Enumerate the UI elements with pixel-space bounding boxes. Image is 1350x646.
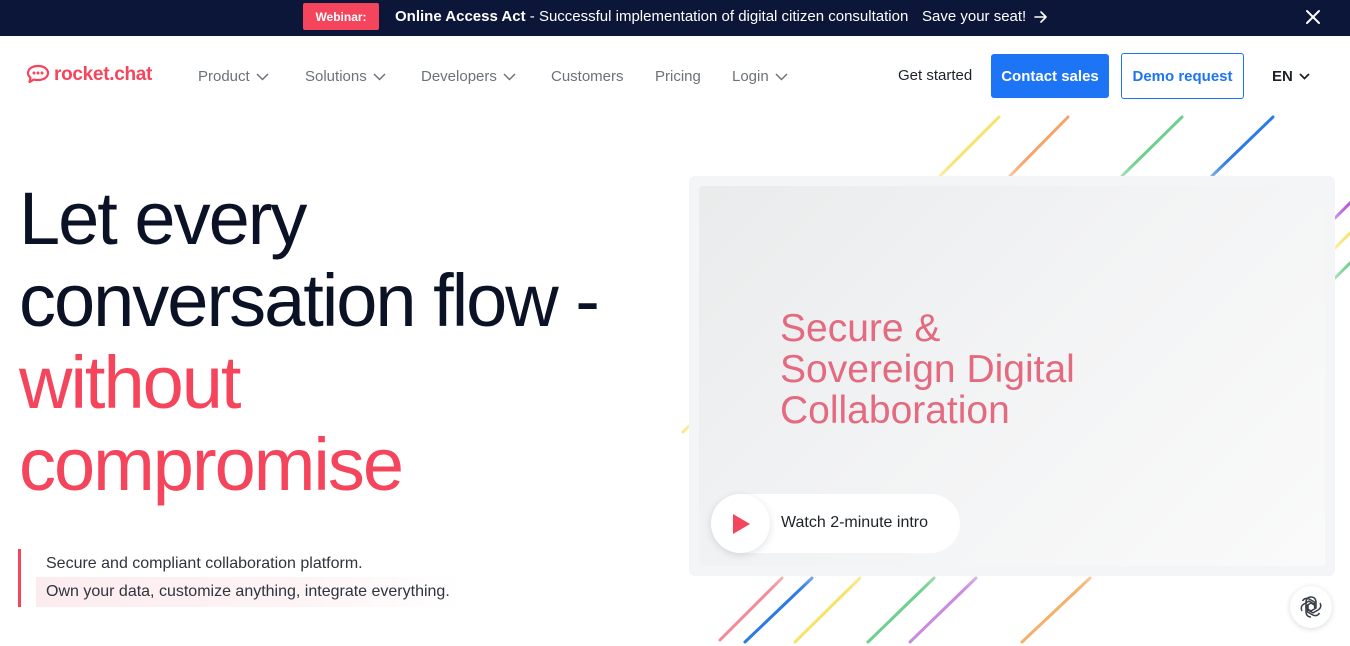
chat-widget-button[interactable]	[1290, 586, 1332, 628]
site-header: rocket.chat Product Solutions Developers…	[0, 36, 1350, 116]
announcement-bar: Webinar: Online Access Act - Successful …	[0, 0, 1350, 36]
logo-text: rocket.chat	[54, 64, 153, 85]
chevron-down-icon	[373, 73, 386, 81]
announcement-title: Online Access Act	[395, 8, 526, 25]
hero-title-line-1: Let every	[19, 177, 307, 260]
hero-subtitle-line-2: Own your data, customize anything, integ…	[36, 577, 460, 607]
nav-product[interactable]: Product	[198, 68, 269, 85]
play-button[interactable]	[711, 494, 770, 553]
hero-title: Let every conversation flow - without co…	[19, 177, 600, 506]
hero-title-line-4: compromise	[19, 423, 404, 506]
rocket-chat-logo-icon	[26, 64, 50, 84]
announcement-text: - Successful implementation of digital c…	[525, 8, 909, 25]
get-started-link[interactable]: Get started	[898, 67, 972, 84]
nav-developers-label: Developers	[421, 68, 497, 85]
nav-developers[interactable]: Developers	[421, 68, 516, 85]
webinar-badge: Webinar:	[303, 3, 379, 30]
nav-solutions[interactable]: Solutions	[305, 68, 386, 85]
language-selector[interactable]: EN	[1272, 68, 1310, 85]
contact-sales-button[interactable]: Contact sales	[991, 54, 1109, 98]
language-label: EN	[1272, 68, 1293, 85]
nav-customers[interactable]: Customers	[551, 68, 624, 85]
video-headline: Secure & Sovereign Digital Collaboration	[780, 308, 1075, 431]
demo-request-button[interactable]: Demo request	[1121, 53, 1244, 99]
close-icon[interactable]	[1304, 8, 1322, 26]
announcement-message[interactable]: Online Access Act - Successful implement…	[395, 8, 908, 25]
chevron-down-icon	[503, 73, 516, 81]
save-seat-label: Save your seat!	[922, 8, 1027, 25]
video-headline-line-3: Collaboration	[780, 389, 1010, 432]
video-headline-line-2: Sovereign Digital	[780, 348, 1075, 391]
hero-title-line-3: without	[19, 341, 241, 424]
openai-knot-icon	[1300, 596, 1322, 618]
video-headline-line-1: Secure &	[780, 307, 941, 350]
nav-login[interactable]: Login	[732, 68, 788, 85]
nav-login-label: Login	[732, 68, 769, 85]
rocketchat-logo[interactable]: rocket.chat	[26, 64, 152, 86]
nav-product-label: Product	[198, 68, 250, 85]
nav-pricing-label: Pricing	[655, 68, 701, 85]
play-icon	[732, 513, 750, 534]
chevron-down-icon	[775, 73, 788, 81]
chevron-down-icon	[1299, 73, 1310, 80]
hero-title-line-2: conversation flow -	[19, 259, 600, 342]
hero-subtitle: Secure and compliant collaboration platf…	[18, 549, 538, 607]
save-seat-link[interactable]: Save your seat!	[922, 8, 1048, 25]
chevron-down-icon	[256, 73, 269, 81]
nav-solutions-label: Solutions	[305, 68, 367, 85]
nav-customers-label: Customers	[551, 68, 624, 85]
nav-pricing[interactable]: Pricing	[655, 68, 701, 85]
watch-intro-label: Watch 2-minute intro	[781, 514, 929, 531]
hero-subtitle-line-1: Secure and compliant collaboration platf…	[46, 555, 363, 572]
arrow-right-icon	[1034, 10, 1048, 23]
watch-intro-button[interactable]: Watch 2-minute intro	[711, 494, 960, 553]
